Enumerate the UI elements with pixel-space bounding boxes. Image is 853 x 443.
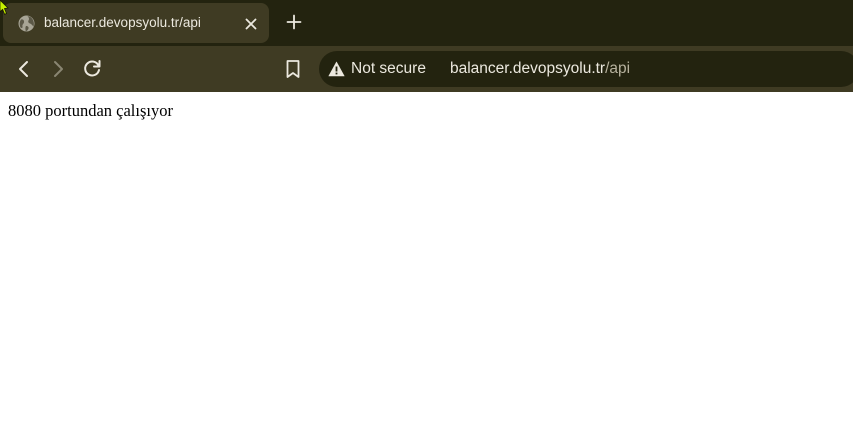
- back-arrow-icon[interactable]: [12, 57, 36, 81]
- address-bar[interactable]: Not secure balancer.devopsyolu.tr/api: [319, 51, 853, 87]
- tab-title: balancer.devopsyolu.tr/api: [44, 15, 201, 30]
- bookmark-icon[interactable]: [281, 57, 305, 81]
- forward-arrow-icon[interactable]: [46, 57, 70, 81]
- security-label: Not secure: [351, 60, 426, 77]
- url-host: balancer.devopsyolu.tr: [450, 60, 606, 77]
- new-tab-plus-icon[interactable]: [284, 12, 304, 32]
- tab-strip: balancer.devopsyolu.tr/api: [0, 0, 853, 46]
- security-chip[interactable]: Not secure: [325, 55, 435, 83]
- tab-active[interactable]: balancer.devopsyolu.tr/api: [3, 3, 269, 43]
- mouse-cursor-icon: [0, 0, 9, 15]
- url-path: /api: [605, 60, 631, 77]
- toolbar: Not secure balancer.devopsyolu.tr/api: [0, 46, 853, 92]
- reload-icon[interactable]: [80, 57, 104, 81]
- url-text[interactable]: balancer.devopsyolu.tr/api: [450, 60, 630, 78]
- warning-icon: [328, 61, 345, 77]
- page-body-text: 8080 portundan çalışıyor: [8, 101, 173, 120]
- globe-icon: [18, 15, 35, 32]
- close-icon[interactable]: [244, 17, 258, 31]
